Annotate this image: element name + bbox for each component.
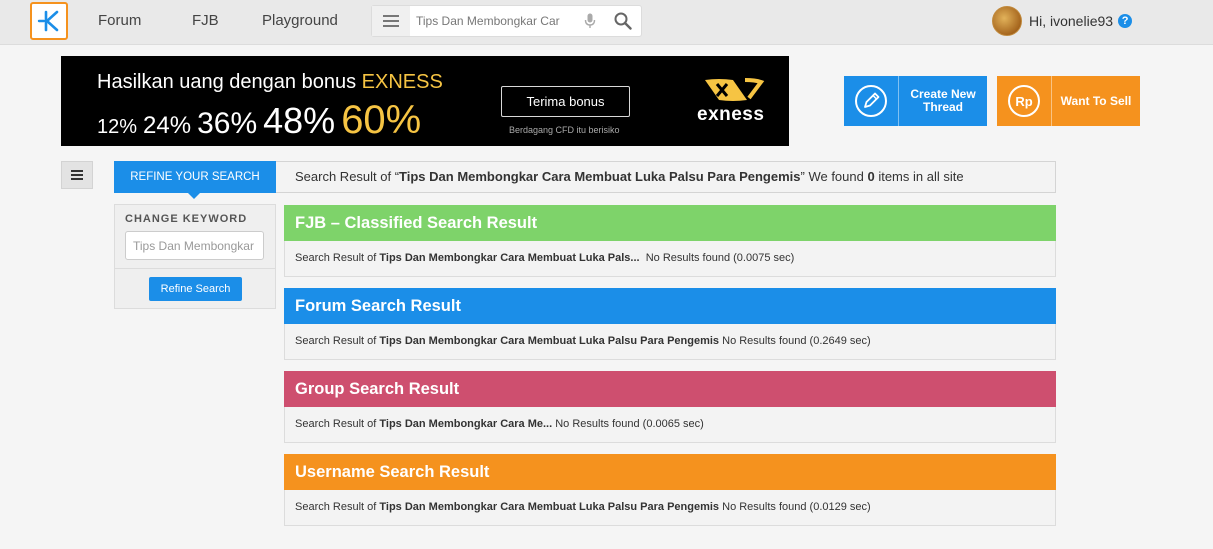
rupiah-icon: Rp: [997, 76, 1052, 126]
change-keyword-panel: CHANGE KEYWORD Refine Search: [114, 204, 276, 309]
section-result-text: Search Result of Tips Dan Membongkar Car…: [295, 335, 871, 347]
avatar[interactable]: [992, 6, 1022, 36]
summary-prefix: Search Result of “: [295, 169, 400, 184]
result-status: No Results found (0.0129 sec): [722, 501, 871, 513]
search-category-menu-button[interactable]: [372, 6, 410, 36]
create-label-line2: Thread: [922, 100, 963, 114]
hamburger-icon: [383, 15, 399, 27]
nav-playground-link[interactable]: Playground: [262, 12, 338, 29]
summary-query: Tips Dan Membongkar Cara Membuat Luka Pa…: [399, 169, 801, 184]
exness-logo-text: exness: [697, 104, 765, 125]
banner-cta-button[interactable]: Terima bonus: [501, 86, 630, 117]
section-result-text: Search Result of Tips Dan Membongkar Car…: [295, 501, 871, 513]
banner-percent: 24%: [143, 112, 192, 139]
result-query: Tips Dan Membongkar Cara Membuat Luka Pa…: [379, 501, 720, 513]
want-to-sell-label: Want To Sell: [1060, 93, 1132, 108]
result-prefix: Search Result of: [295, 418, 380, 430]
refine-search-button[interactable]: Refine Search: [149, 277, 242, 301]
want-to-sell-button[interactable]: Rp Want To Sell: [997, 76, 1140, 126]
summary-mid: ” We found: [800, 169, 868, 184]
result-query: Tips Dan Membongkar Cara Me...: [379, 418, 553, 430]
group-result-section: Group Search Result Search Result of Tip…: [284, 371, 1056, 443]
search-icon[interactable]: [614, 12, 632, 35]
global-search-box: [371, 5, 642, 37]
result-prefix: Search Result of: [295, 335, 380, 347]
hamburger-icon: [71, 170, 83, 180]
sidebar-toggle-button[interactable]: [61, 161, 93, 189]
search-summary-bar: REFINE YOUR SEARCH Search Result of “Tip…: [114, 161, 1056, 199]
exness-ad-banner[interactable]: Hasilkan uang dengan bonus EXNESS 12% 24…: [61, 56, 789, 146]
fjb-result-section: FJB – Classified Search Result Search Re…: [284, 205, 1056, 277]
banner-percent-highlight: 60%: [341, 98, 422, 142]
result-prefix: Search Result of: [295, 501, 380, 513]
refine-search-tab[interactable]: REFINE YOUR SEARCH: [114, 161, 276, 199]
global-search-input[interactable]: [416, 12, 576, 30]
divider: [115, 268, 275, 269]
section-title[interactable]: Username Search Result: [284, 454, 1056, 490]
banner-percent: 12%: [97, 116, 138, 138]
rupiah-icon-text: Rp: [1015, 94, 1032, 109]
banner-headline-brand: EXNESS: [361, 71, 443, 93]
search-summary-text: Search Result of “Tips Dan Membongkar Ca…: [295, 169, 964, 184]
summary-count: 0: [867, 169, 875, 184]
banner-headline: Hasilkan uang dengan bonus EXNESS: [97, 71, 443, 94]
section-title[interactable]: FJB – Classified Search Result: [284, 205, 1056, 241]
summary-suffix: items in all site: [874, 169, 964, 184]
section-result-text: Search Result of Tips Dan Membongkar Car…: [295, 418, 704, 430]
pencil-icon: [844, 76, 899, 126]
user-greeting[interactable]: Hi, ivonelie93: [1029, 13, 1113, 29]
section-title[interactable]: Group Search Result: [284, 371, 1056, 407]
banner-percentages: 12% 24% 36% 48% 60%: [97, 98, 421, 143]
nav-fjb-link[interactable]: FJB: [192, 12, 219, 29]
banner-percent: 48%: [263, 100, 336, 141]
keyword-input[interactable]: [125, 231, 264, 260]
result-query: Tips Dan Membongkar Cara Membuat Luka Pa…: [379, 335, 720, 347]
microphone-icon[interactable]: [584, 13, 596, 34]
result-status: No Results found (0.0075 sec): [645, 252, 795, 264]
banner-disclaimer: Berdagang CFD itu berisiko: [509, 125, 620, 135]
nav-forum-link[interactable]: Forum: [98, 12, 141, 29]
user-menu[interactable]: Hi, ivonelie93 ?: [992, 5, 1133, 37]
result-status: No Results found (0.0065 sec): [555, 418, 704, 430]
top-navbar: Forum FJB Playground Hi, iv: [0, 0, 1213, 45]
create-new-thread-label: Create New Thread: [899, 88, 987, 114]
result-status: No Results found (0.2649 sec): [722, 335, 871, 347]
kaskus-logo[interactable]: [30, 2, 68, 40]
exness-mark-icon: [705, 78, 765, 101]
result-query: Tips Dan Membongkar Cara Membuat Luka Pa…: [379, 252, 640, 264]
exness-logo: exness: [695, 76, 775, 125]
username-result-section: Username Search Result Search Result of …: [284, 454, 1056, 526]
create-new-thread-button[interactable]: Create New Thread: [844, 76, 987, 126]
banner-headline-text: Hasilkan uang dengan bonus: [97, 71, 357, 93]
change-keyword-title: CHANGE KEYWORD: [125, 213, 248, 225]
section-result-text: Search Result of Tips Dan Membongkar Car…: [295, 252, 794, 264]
banner-percent: 36%: [197, 107, 258, 140]
result-prefix: Search Result of: [295, 252, 380, 264]
section-title[interactable]: Forum Search Result: [284, 288, 1056, 324]
kaskus-k-icon: [37, 10, 59, 32]
forum-result-section: Forum Search Result Search Result of Tip…: [284, 288, 1056, 360]
help-icon[interactable]: ?: [1118, 14, 1133, 28]
